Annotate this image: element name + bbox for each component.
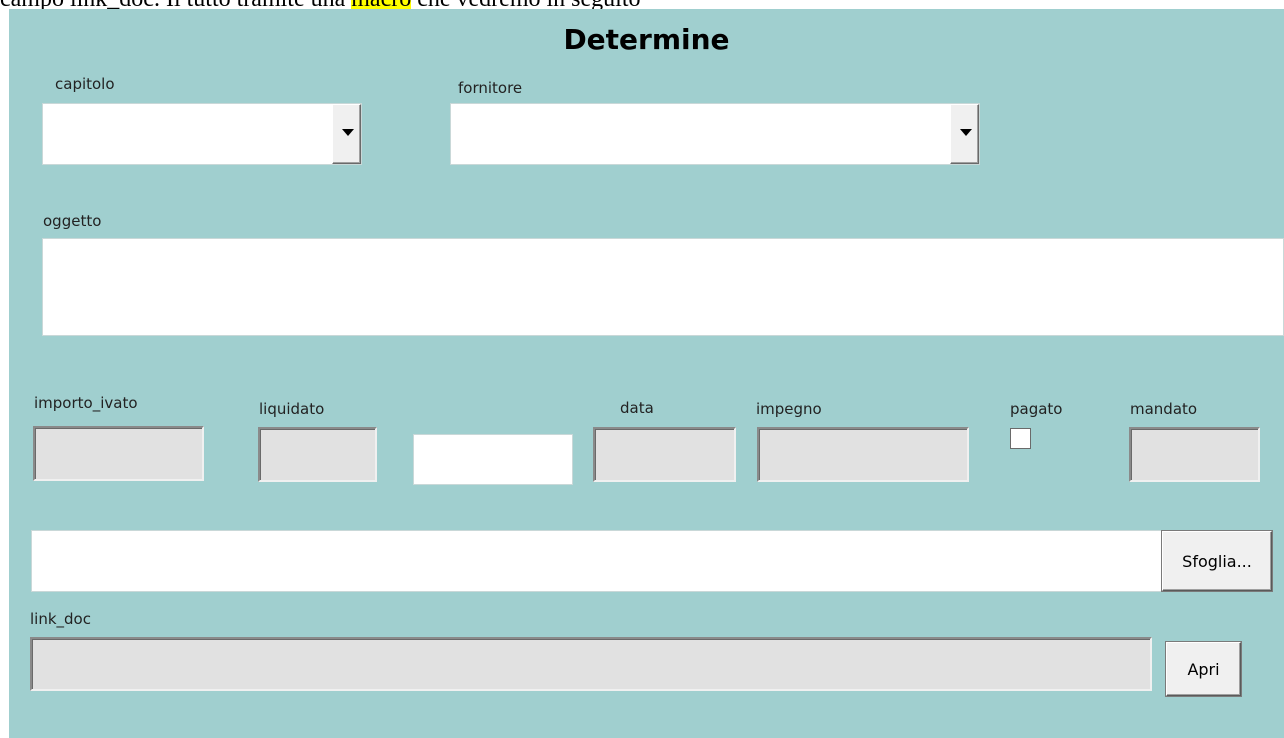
link-doc-field[interactable] xyxy=(30,637,1152,691)
determine-form: Determine capitolo fornitore oggetto imp… xyxy=(9,9,1284,738)
importo-ivato-field[interactable] xyxy=(33,426,204,481)
link-doc-label: link_doc xyxy=(30,610,91,628)
importo-ivato-label: importo_ivato xyxy=(34,394,138,412)
pagato-checkbox[interactable] xyxy=(1010,428,1031,449)
oggetto-label: oggetto xyxy=(43,212,102,230)
open-button[interactable]: Apri xyxy=(1166,642,1241,696)
data-label: data xyxy=(620,399,654,417)
capitolo-combobox[interactable] xyxy=(42,103,362,165)
data-field[interactable] xyxy=(593,427,736,482)
liquidato-field[interactable] xyxy=(258,427,377,482)
impegno-label: impegno xyxy=(756,400,822,418)
unlabeled-field[interactable] xyxy=(413,434,573,485)
pagato-label: pagato xyxy=(1010,400,1063,418)
fornitore-combobox[interactable] xyxy=(450,103,980,165)
capitolo-dropdown-arrow-icon[interactable] xyxy=(332,104,361,164)
capitolo-label: capitolo xyxy=(55,75,115,93)
mandato-label: mandato xyxy=(1130,400,1198,418)
form-title: Determine xyxy=(563,23,730,56)
impegno-field[interactable] xyxy=(757,427,969,482)
oggetto-field[interactable] xyxy=(42,238,1284,336)
fornitore-dropdown-arrow-icon[interactable] xyxy=(950,104,979,164)
liquidato-label: liquidato xyxy=(259,400,325,418)
file-path-field[interactable] xyxy=(31,530,1162,592)
fornitore-label: fornitore xyxy=(458,79,523,97)
mandato-field[interactable] xyxy=(1129,427,1260,482)
browse-button[interactable]: Sfoglia... xyxy=(1162,531,1272,591)
